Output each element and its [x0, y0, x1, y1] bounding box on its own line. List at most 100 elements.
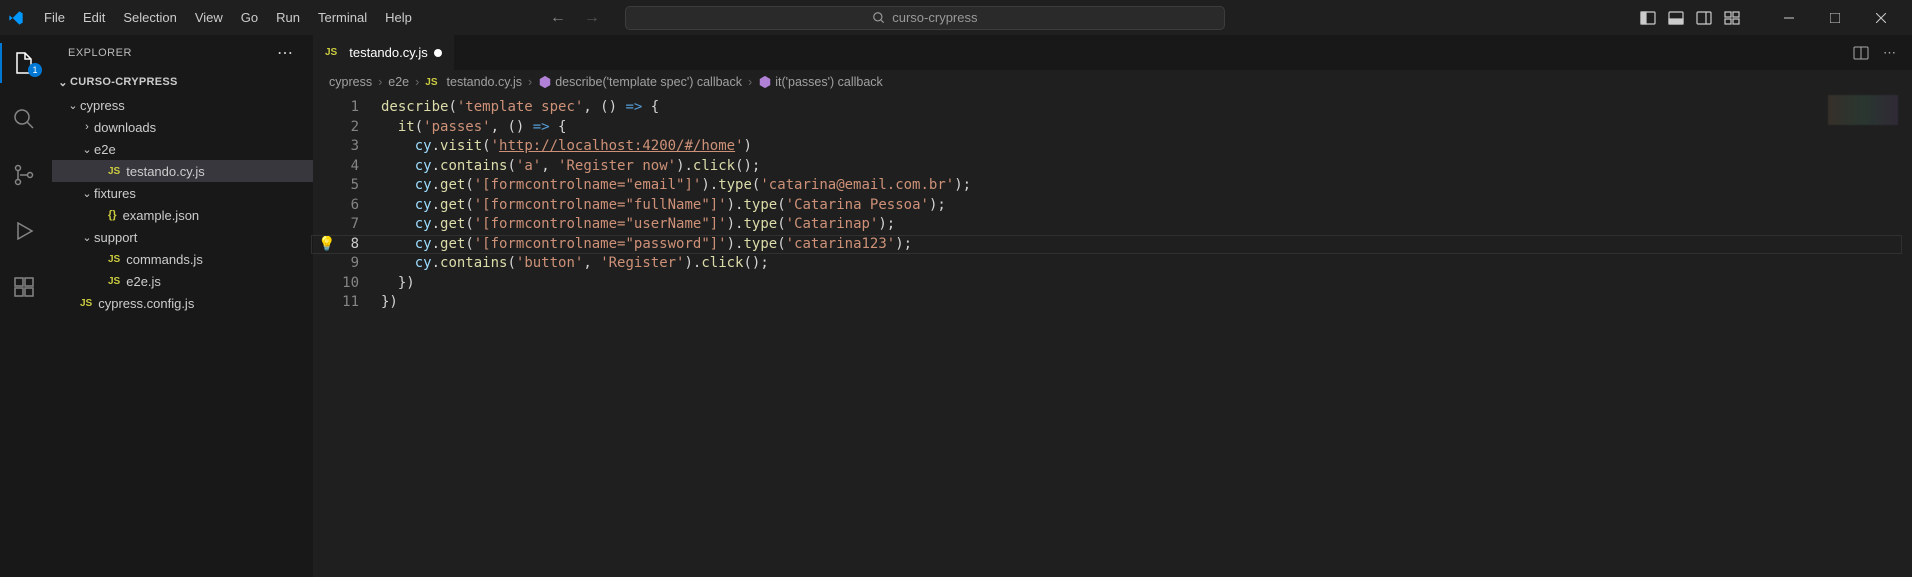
- js-file-icon: JS: [108, 254, 120, 265]
- debug-icon: [12, 219, 36, 243]
- menu-edit[interactable]: Edit: [75, 6, 113, 29]
- crumb-folder[interactable]: e2e: [388, 75, 409, 89]
- tree-item-label: support: [94, 230, 137, 245]
- editor-area: JS testando.cy.js ⋯ cypress › e2e › JSte…: [313, 35, 1912, 577]
- tree-file[interactable]: JS testando.cy.js: [52, 160, 313, 182]
- tree-item-label: e2e: [94, 142, 116, 157]
- tree-item-label: fixtures: [94, 186, 136, 201]
- toggle-primary-sidebar-icon[interactable]: [1640, 10, 1656, 26]
- window-minimize-button[interactable]: [1766, 0, 1812, 35]
- js-file-icon: JS: [425, 77, 437, 88]
- window-maximize-button[interactable]: [1812, 0, 1858, 35]
- chevron-down-icon: ⌄: [56, 76, 70, 89]
- nav-arrows: ← →: [550, 9, 600, 27]
- activity-extensions[interactable]: [0, 267, 48, 307]
- tree-item-label: commands.js: [126, 252, 203, 267]
- js-file-icon: JS: [325, 47, 337, 58]
- tree-item-label: cypress: [80, 98, 125, 113]
- nav-forward-button[interactable]: →: [584, 9, 600, 27]
- json-file-icon: {}: [108, 209, 117, 221]
- explorer-sidebar: EXPLORER ⋯ ⌄ CURSO-CRYPRESS ⌄cypress›dow…: [48, 35, 313, 577]
- menu-file[interactable]: File: [36, 6, 73, 29]
- tree-folder[interactable]: ›downloads: [52, 116, 313, 138]
- tree-item-label: cypress.config.js: [98, 296, 194, 311]
- menu-view[interactable]: View: [187, 6, 231, 29]
- menu-terminal[interactable]: Terminal: [310, 6, 375, 29]
- tree-file[interactable]: JS cypress.config.js: [52, 292, 313, 314]
- tree-folder[interactable]: ⌄fixtures: [52, 182, 313, 204]
- tree-item-label: testando.cy.js: [126, 164, 205, 179]
- extensions-icon: [12, 275, 36, 299]
- tree-item-label: e2e.js: [126, 274, 161, 289]
- activity-explorer[interactable]: 1: [0, 43, 48, 83]
- layout-controls: [1640, 10, 1740, 26]
- menu-run[interactable]: Run: [268, 6, 308, 29]
- js-file-icon: JS: [80, 298, 92, 309]
- line-number: 5: [339, 176, 359, 196]
- tree-folder[interactable]: ⌄cypress: [52, 94, 313, 116]
- nav-back-button[interactable]: ←: [550, 9, 566, 27]
- tree-folder[interactable]: ⌄e2e: [52, 138, 313, 160]
- line-number: 1: [339, 98, 359, 118]
- lightbulb-icon[interactable]: 💡: [318, 235, 335, 255]
- tab-testando[interactable]: JS testando.cy.js: [313, 35, 455, 70]
- line-number: 4: [339, 157, 359, 177]
- line-number-gutter: 1234567891011: [339, 94, 381, 577]
- symbol-method-icon: [538, 75, 552, 89]
- sidebar-title: EXPLORER: [68, 47, 132, 59]
- toggle-secondary-sidebar-icon[interactable]: [1696, 10, 1712, 26]
- editor-tabs: JS testando.cy.js ⋯: [313, 35, 1912, 70]
- search-placeholder: curso-crypress: [892, 10, 977, 25]
- tree-file[interactable]: JS commands.js: [52, 248, 313, 270]
- search-icon: [12, 107, 36, 131]
- window-close-button[interactable]: [1858, 0, 1904, 35]
- minimap[interactable]: [1828, 95, 1898, 125]
- vscode-logo-icon: [8, 10, 24, 26]
- line-number: 8: [339, 235, 359, 255]
- tree-item-label: downloads: [94, 120, 156, 135]
- line-number: 9: [339, 254, 359, 274]
- menu-go[interactable]: Go: [233, 6, 266, 29]
- activity-search[interactable]: [0, 99, 48, 139]
- line-number: 2: [339, 118, 359, 138]
- sidebar-more-button[interactable]: ⋯: [277, 43, 295, 63]
- chevron-icon: ⌄: [80, 231, 94, 244]
- menu-help[interactable]: Help: [377, 6, 420, 29]
- symbol-method-icon: [758, 75, 772, 89]
- toggle-panel-icon[interactable]: [1668, 10, 1684, 26]
- customize-layout-icon[interactable]: [1724, 10, 1740, 26]
- chevron-icon: ›: [80, 121, 94, 133]
- js-file-icon: JS: [108, 166, 120, 177]
- line-number: 6: [339, 196, 359, 216]
- editor-more-button[interactable]: ⋯: [1883, 45, 1898, 61]
- crumb-symbol[interactable]: it('passes') callback: [775, 75, 883, 89]
- split-editor-icon[interactable]: [1853, 45, 1869, 61]
- title-bar: File Edit Selection View Go Run Terminal…: [0, 0, 1912, 35]
- activity-run-debug[interactable]: [0, 211, 48, 251]
- line-number: 10: [339, 274, 359, 294]
- code-content[interactable]: describe('template spec', () => { it('pa…: [381, 94, 1912, 577]
- crumb-folder[interactable]: cypress: [329, 75, 372, 89]
- source-control-icon: [12, 163, 36, 187]
- tree-item-label: example.json: [123, 208, 200, 223]
- command-center-search[interactable]: curso-crypress: [625, 6, 1225, 30]
- chevron-icon: ⌄: [80, 143, 94, 156]
- chevron-icon: ⌄: [66, 99, 80, 112]
- menu-selection[interactable]: Selection: [115, 6, 184, 29]
- js-file-icon: JS: [108, 276, 120, 287]
- line-number: 11: [339, 293, 359, 313]
- tree-file[interactable]: JS e2e.js: [52, 270, 313, 292]
- workspace-root[interactable]: ⌄ CURSO-CRYPRESS: [48, 70, 313, 94]
- crumb-file[interactable]: testando.cy.js: [447, 75, 523, 89]
- crumb-symbol[interactable]: describe('template spec') callback: [555, 75, 742, 89]
- activity-source-control[interactable]: [0, 155, 48, 195]
- tree-file[interactable]: {} example.json: [52, 204, 313, 226]
- breadcrumbs[interactable]: cypress › e2e › JStestando.cy.js › descr…: [313, 70, 1912, 94]
- code-editor[interactable]: 💡 1234567891011 describe('template spec'…: [313, 94, 1912, 577]
- tab-label: testando.cy.js: [349, 45, 428, 60]
- search-icon: [872, 11, 886, 25]
- file-tree: ⌄cypress›downloads⌄e2eJStestando.cy.js⌄f…: [48, 94, 313, 314]
- explorer-badge: 1: [28, 63, 42, 77]
- tree-folder[interactable]: ⌄support: [52, 226, 313, 248]
- chevron-icon: ⌄: [80, 187, 94, 200]
